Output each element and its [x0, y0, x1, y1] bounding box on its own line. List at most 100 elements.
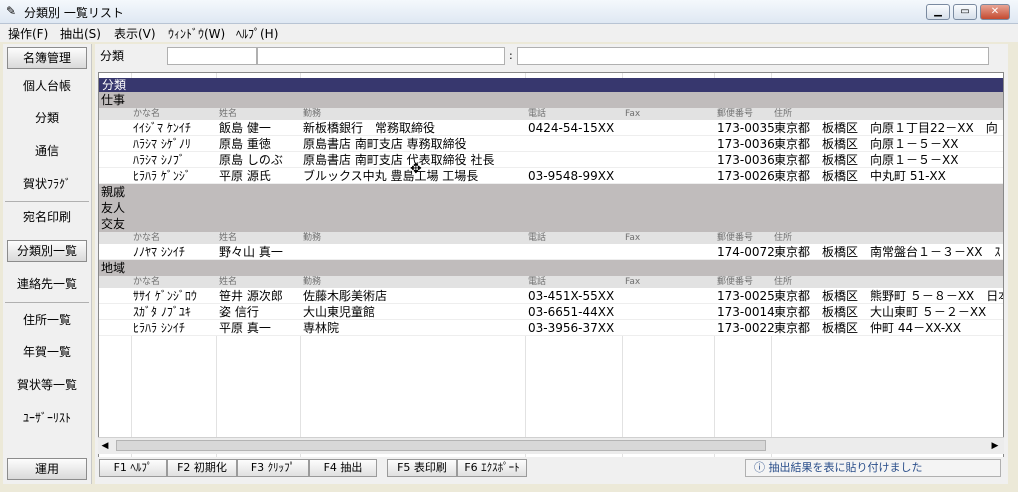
main-panel: 分類 : 分類 仕事 かな名 姓名 勤務 電話 Fax 郵便番号 住所 ｲｲｼﾞ…: [95, 44, 1008, 484]
table-row[interactable]: ﾋﾗﾊﾗ ｹﾞﾝｼﾞ 平原 源氏 ブルックス中丸 豊島工場 工場長 03-954…: [99, 168, 1003, 184]
column-header-row: かな名 姓名 勤務 電話 Fax 郵便番号 住所: [99, 108, 1003, 120]
f1-help-button[interactable]: F1 ﾍﾙﾌﾟ: [99, 459, 167, 477]
col-work: 勤務: [303, 109, 322, 119]
f2-reset-button[interactable]: F2 初期化: [167, 459, 237, 477]
cell-kana: ﾊﾗｼﾏ ｼﾉﾌﾞ: [133, 153, 185, 167]
column-header-row: かな名 姓名 勤務 電話 Fax 郵便番号 住所: [99, 232, 1003, 244]
filter-value-field[interactable]: [517, 47, 989, 65]
sidebar-item-category-list[interactable]: 分類別一覧: [7, 240, 87, 262]
col-kana: かな名: [133, 109, 161, 119]
menu-bar: 操作(F) 抽出(S) 表示(V) ｳｨﾝﾄﾞｳ(W) ﾍﾙﾌﾟ(H): [0, 24, 1018, 42]
category-row[interactable]: 親戚: [99, 184, 1003, 200]
sidebar-item-greeting-flag[interactable]: 賀状ﾌﾗｸﾞ: [7, 174, 87, 194]
category-name: 仕事: [101, 93, 126, 107]
cell-name: 平原 真一: [219, 321, 271, 335]
category-name: 交友: [101, 217, 126, 231]
cell-work: 新板橋銀行 常務取締役: [303, 121, 436, 135]
horizontal-scrollbar[interactable]: ◀ ▶: [98, 437, 1004, 454]
menu-extract[interactable]: 抽出(S): [60, 25, 101, 42]
sidebar-item-address-list[interactable]: 住所一覧: [7, 310, 87, 330]
table-row[interactable]: ﾋﾗﾊﾗ ｼﾝｲﾁ 平原 真一 専林院 03-3956-37XX 173-002…: [99, 320, 1003, 336]
cell-phone: 03-6651-44XX: [528, 305, 615, 319]
minimize-button[interactable]: ▁: [926, 4, 950, 20]
col-address: 住所: [774, 233, 793, 243]
table-row[interactable]: ｻｻｲ ｹﾞﾝｼﾞﾛｳ 笹井 源次郎 佐藤木彫美術店 03-451X-55XX …: [99, 288, 1003, 304]
maximize-button[interactable]: ▭: [953, 4, 977, 20]
cell-work: 原島書店 南町支店 代表取締役 社長: [303, 153, 495, 167]
status-bar: ⓘ 抽出結果を表に貼り付けました: [745, 459, 1001, 477]
scroll-right-icon[interactable]: ▶: [988, 438, 1002, 454]
cell-zip: 174-0072: [717, 245, 775, 259]
col-zip: 郵便番号: [717, 233, 754, 243]
function-key-bar: F1 ﾍﾙﾌﾟ F2 初期化 F3 ｸﾘｯﾌﾟ F4 抽出 F5 表印刷 F6 …: [95, 457, 1008, 479]
col-name: 姓名: [219, 233, 238, 243]
filter-bar: 分類 :: [95, 44, 1008, 70]
scroll-left-icon[interactable]: ◀: [98, 438, 112, 454]
category-name: 親戚: [101, 185, 126, 199]
sidebar-item-operation[interactable]: 運用: [7, 458, 87, 480]
filter-separator: :: [509, 49, 513, 62]
filter-field[interactable]: [167, 47, 257, 65]
cell-name: 姿 信行: [219, 305, 259, 319]
category-row[interactable]: 地域: [99, 260, 1003, 276]
cell-work: 佐藤木彫美術店: [303, 289, 388, 303]
sidebar-item-roster[interactable]: 名簿管理: [7, 47, 87, 69]
category-row[interactable]: 仕事: [99, 92, 1003, 108]
col-kana: かな名: [133, 277, 161, 287]
cell-work: 専林院: [303, 321, 340, 335]
cell-zip: 173-0014: [717, 305, 775, 319]
col-work: 勤務: [303, 233, 322, 243]
data-grid[interactable]: 分類 仕事 かな名 姓名 勤務 電話 Fax 郵便番号 住所 ｲｲｼﾞﾏ ｹﾝｲ…: [98, 72, 1004, 478]
col-phone: 電話: [528, 233, 547, 243]
cell-kana: ｽｶﾞﾀ ﾉﾌﾞﾕｷ: [133, 305, 191, 319]
col-fax: Fax: [625, 109, 641, 119]
cell-kana: ｻｻｲ ｹﾞﾝｼﾞﾛｳ: [133, 289, 197, 303]
f4-extract-button[interactable]: F4 抽出: [309, 459, 377, 477]
table-row[interactable]: ﾊﾗｼﾏ ｼﾉﾌﾞ 原島 しのぶ 原島書店 南町支店 代表取締役 社長 173-…: [99, 152, 1003, 168]
menu-operation[interactable]: 操作(F): [8, 25, 48, 42]
category-row[interactable]: 交友: [99, 216, 1003, 232]
col-fax: Fax: [625, 233, 641, 243]
col-fax: Fax: [625, 277, 641, 287]
sidebar-divider: [5, 201, 89, 202]
cell-work: 原島書店 南町支店 専務取締役: [303, 137, 467, 151]
close-button[interactable]: ✕: [980, 4, 1010, 20]
table-row[interactable]: ｽｶﾞﾀ ﾉﾌﾞﾕｷ 姿 信行 大山東児童館 03-6651-44XX 173-…: [99, 304, 1003, 320]
cell-address: 東京都 板橋区 向原１－５－XX: [774, 137, 959, 151]
cell-name: 笹井 源次郎: [219, 289, 283, 303]
sidebar-item-user-list[interactable]: ﾕｰｻﾞｰﾘｽﾄ: [7, 408, 87, 428]
menu-view[interactable]: 表示(V): [114, 25, 156, 42]
scroll-thumb[interactable]: [116, 440, 766, 451]
menu-window[interactable]: ｳｨﾝﾄﾞｳ(W): [168, 25, 225, 42]
sidebar-item-classification[interactable]: 分類: [7, 108, 87, 128]
sidebar-item-card-list[interactable]: 賀状等一覧: [7, 375, 87, 395]
sidebar-item-personal-ledger[interactable]: 個人台帳: [7, 76, 87, 96]
sidebar: 名簿管理 個人台帳 分類 通信 賀状ﾌﾗｸﾞ 宛名印刷 分類別一覧 連絡先一覧 …: [3, 44, 92, 484]
category-row[interactable]: 友人: [99, 200, 1003, 216]
table-row[interactable]: ｲｲｼﾞﾏ ｹﾝｲﾁ 飯島 健一 新板橋銀行 常務取締役 0424-54-15X…: [99, 120, 1003, 136]
cell-phone: 03-9548-99XX: [528, 169, 615, 183]
cell-address: 東京都 板橋区 南常盤台１－３－XX ｽ: [774, 245, 1001, 259]
filter-field[interactable]: [257, 47, 505, 65]
cell-kana: ﾋﾗﾊﾗ ｼﾝｲﾁ: [133, 321, 185, 335]
col-zip: 郵便番号: [717, 109, 754, 119]
cell-address: 東京都 板橋区 向原１丁目22－XX 向: [774, 121, 998, 135]
table-row[interactable]: ﾊﾗｼﾏ ｼｹﾞﾉﾘ 原島 重徳 原島書店 南町支店 専務取締役 173-003…: [99, 136, 1003, 152]
col-name: 姓名: [219, 109, 238, 119]
title-bar: ✎ 分類別 一覧リスト ▁ ▭ ✕: [0, 0, 1018, 24]
sidebar-divider: [5, 302, 89, 303]
cell-kana: ﾉﾉﾔﾏ ｼﾝｲﾁ: [133, 245, 185, 259]
f3-clip-button[interactable]: F3 ｸﾘｯﾌﾟ: [237, 459, 309, 477]
cell-zip: 173-0035: [717, 121, 775, 135]
col-address: 住所: [774, 277, 793, 287]
cell-zip: 173-0022: [717, 321, 775, 335]
f6-export-button[interactable]: F6 ｴｸｽﾎﾟｰﾄ: [457, 459, 527, 477]
menu-help[interactable]: ﾍﾙﾌﾟ(H): [236, 25, 278, 42]
f5-print-button[interactable]: F5 表印刷: [387, 459, 457, 477]
sidebar-item-contact-list[interactable]: 連絡先一覧: [7, 274, 87, 294]
sidebar-item-address-print[interactable]: 宛名印刷: [7, 207, 87, 227]
table-row[interactable]: ﾉﾉﾔﾏ ｼﾝｲﾁ 野々山 真一 174-0072 東京都 板橋区 南常盤台１－…: [99, 244, 1003, 260]
sidebar-item-communication[interactable]: 通信: [7, 141, 87, 161]
cell-address: 東京都 板橋区 大山東町 ５－２－XX: [774, 305, 987, 319]
sidebar-item-newyear-list[interactable]: 年賀一覧: [7, 342, 87, 362]
